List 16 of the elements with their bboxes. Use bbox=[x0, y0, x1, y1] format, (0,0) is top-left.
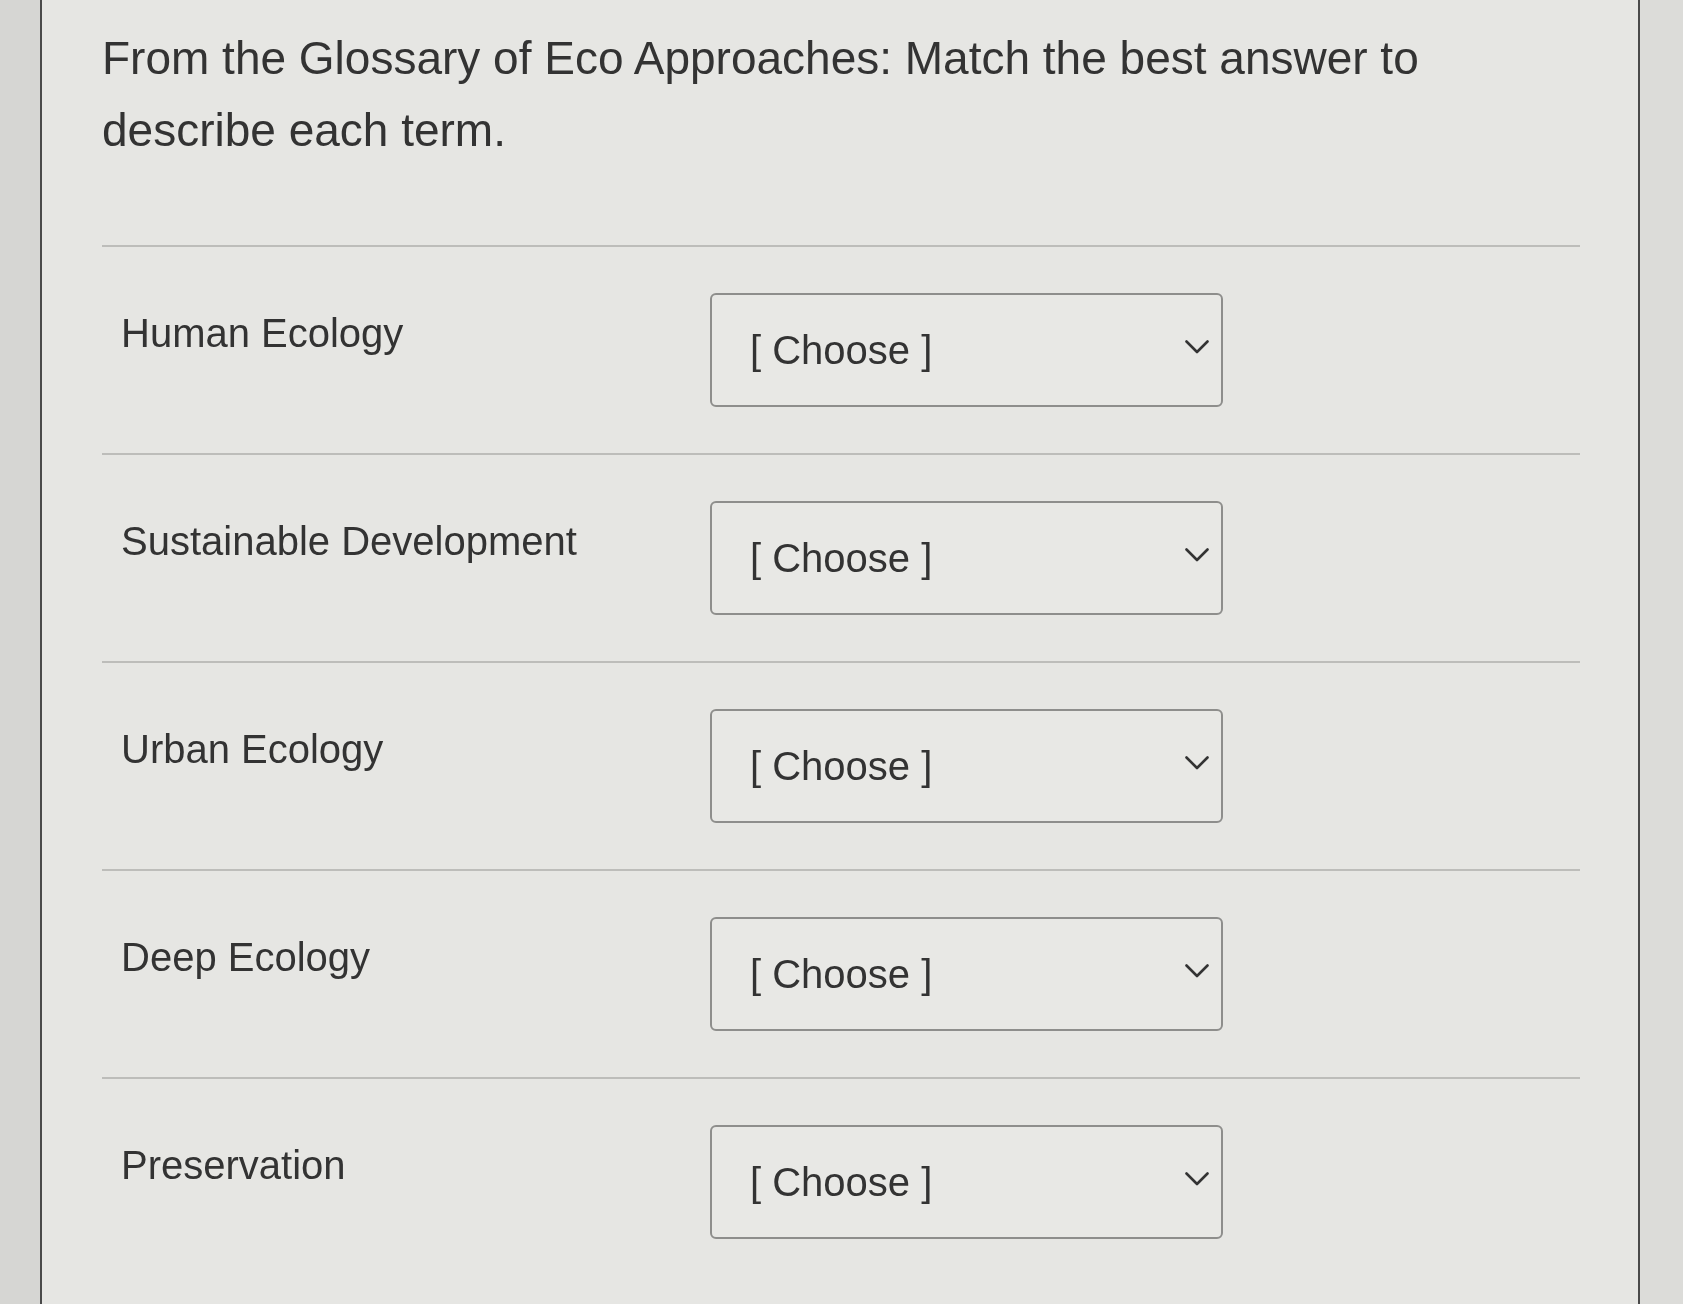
term-label: Urban Ecology bbox=[121, 726, 384, 773]
question-text: From the Glossary of Eco Approaches: Match the best answer to describe each term. bbox=[102, 31, 1420, 158]
term-label: Preservation bbox=[121, 1142, 346, 1189]
dropdown[interactable]: [ Choose ] bbox=[710, 917, 1223, 1031]
dropdown[interactable]: [ Choose ] bbox=[710, 293, 1223, 407]
term-label: Sustainable Development bbox=[121, 518, 577, 565]
term-label: Human Ecology bbox=[121, 310, 404, 357]
chevron-down-icon bbox=[1185, 1172, 1209, 1186]
dropdown[interactable]: [ Choose ] bbox=[710, 1125, 1223, 1239]
chevron-down-icon bbox=[1185, 340, 1209, 354]
dropdown[interactable]: [ Choose ] bbox=[710, 709, 1223, 823]
dropdown[interactable]: [ Choose ] bbox=[710, 501, 1223, 615]
term-label: Deep Ecology bbox=[121, 934, 371, 981]
chevron-down-icon bbox=[1185, 964, 1209, 978]
chevron-down-icon bbox=[1185, 756, 1209, 770]
chevron-down-icon bbox=[1185, 548, 1209, 562]
